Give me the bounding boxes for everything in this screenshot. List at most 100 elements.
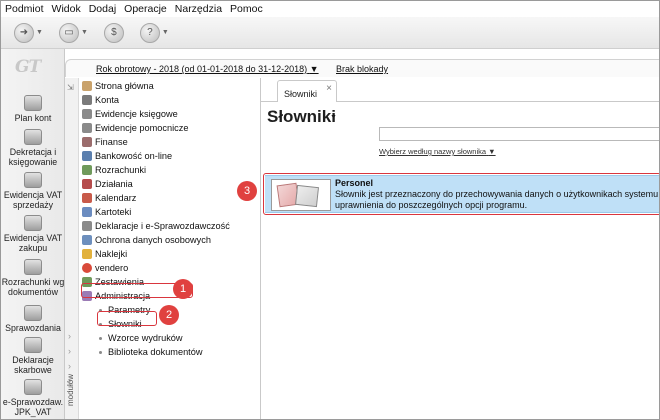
menu-podmiot[interactable]: Podmiot bbox=[5, 3, 50, 15]
shield-icon bbox=[82, 235, 92, 245]
nav-item-label: Deklaracje i e-Sprawozdawczość bbox=[95, 221, 230, 231]
module-deklaracje[interactable]: Deklaracje skarbowe bbox=[1, 337, 65, 375]
declaration-icon bbox=[82, 221, 92, 231]
coins-icon bbox=[24, 95, 42, 111]
nav-item-label: Ewidencje pomocnicze bbox=[95, 123, 189, 133]
nav-item-label: Kalendarz bbox=[95, 193, 137, 203]
chevron-down-icon[interactable]: ▼ bbox=[81, 29, 88, 36]
ledger-icon bbox=[82, 109, 92, 119]
currency-button[interactable]: $ bbox=[101, 21, 127, 45]
chevron-down-icon[interactable]: ▼ bbox=[162, 29, 169, 36]
finance-icon bbox=[82, 137, 92, 147]
pin-icon[interactable]: ⇲ bbox=[67, 83, 74, 92]
chevron-down-icon: ▼ bbox=[309, 64, 319, 74]
nav-item-strona-glowna[interactable]: Strona główna bbox=[82, 80, 154, 92]
fiscal-year-label: Rok obrotowy - 2018 (od 01-01-2018 do 31… bbox=[96, 64, 308, 74]
module-label: Plan kont bbox=[14, 113, 52, 123]
ledger-icon bbox=[82, 123, 92, 133]
app-window: Podmiot Widok Dodaj Operacje Narzędzia P… bbox=[0, 0, 660, 420]
bullet-icon bbox=[99, 336, 102, 340]
step-badge-3: 3 bbox=[237, 181, 257, 201]
nav-item-konta[interactable]: Konta bbox=[82, 94, 119, 106]
chevron-right-icon[interactable]: › bbox=[68, 346, 71, 356]
checkmark-icon bbox=[24, 259, 42, 275]
nav-item-bankowosc[interactable]: Bankowość on-line bbox=[82, 150, 172, 162]
chevron-right-icon[interactable]: › bbox=[68, 361, 71, 371]
forward-icon: ▭ bbox=[58, 22, 79, 43]
modules-sidebar: GT Plan kont Dekretacja i księgowanie Ew… bbox=[1, 49, 65, 419]
menu-widok[interactable]: Widok bbox=[52, 3, 87, 15]
module-label: Dekretacja i księgowanie bbox=[8, 147, 58, 167]
nav-item-ewidencje-pomocnicze[interactable]: Ewidencje pomocnicze bbox=[82, 122, 188, 134]
nav-item-label: Konta bbox=[95, 95, 120, 105]
report-icon bbox=[24, 305, 42, 321]
nav-item-kartoteki[interactable]: Kartoteki bbox=[82, 206, 131, 218]
nav-item-rozrachunki[interactable]: Rozrachunki bbox=[82, 164, 146, 176]
title-dropdown-icon[interactable]: ▼ bbox=[330, 114, 337, 121]
accounts-icon bbox=[82, 95, 92, 105]
fiscal-year-selector[interactable]: Rok obrotowy - 2018 (od 01-01-2018 do 31… bbox=[96, 64, 319, 74]
modules-strip[interactable]: ⇲ › › › › modułów bbox=[65, 78, 79, 419]
highlight-personel bbox=[263, 173, 659, 215]
nav-item-ewidencje-ksiegowe[interactable]: Ewidencje księgowe bbox=[82, 108, 178, 120]
lock-status-link[interactable]: Brak blokady bbox=[336, 64, 388, 74]
nav-item-label: Strona główna bbox=[95, 81, 154, 91]
step-badge-2: 2 bbox=[159, 305, 179, 325]
back-icon: ➜ bbox=[14, 22, 34, 43]
module-label: Ewidencja VAT sprzedaży bbox=[3, 190, 63, 210]
module-label: Rozrachunki wg dokumentów bbox=[1, 277, 65, 297]
nav-item-finanse[interactable]: Finanse bbox=[82, 136, 128, 148]
bullet-icon bbox=[99, 350, 102, 354]
step-badge-1: 1 bbox=[173, 279, 193, 299]
module-sprawozdania[interactable]: Sprawozdania bbox=[1, 305, 65, 333]
vendero-icon bbox=[82, 263, 92, 273]
chevron-right-icon[interactable]: › bbox=[68, 331, 71, 341]
nav-item-ochrona-danych[interactable]: Ochrona danych osobowych bbox=[82, 234, 211, 246]
module-label: Sprawozdania bbox=[5, 323, 61, 333]
nav-item-kalendarz[interactable]: Kalendarz bbox=[82, 192, 136, 204]
close-icon[interactable]: × bbox=[326, 83, 332, 94]
nav-item-vendero[interactable]: vendero bbox=[82, 262, 128, 274]
back-button[interactable]: ➜ ▼ bbox=[11, 21, 46, 45]
search-input[interactable] bbox=[379, 127, 659, 141]
nav-subitem-label: Wzorce wydruków bbox=[108, 333, 183, 343]
nav-item-naklejki[interactable]: Naklejki bbox=[82, 248, 127, 260]
nav-item-label: Naklejki bbox=[95, 249, 128, 259]
chevron-down-icon: ▼ bbox=[488, 147, 496, 156]
nav-subitem-biblioteka[interactable]: Biblioteka dokumentów bbox=[99, 346, 202, 358]
module-plan-kont[interactable]: Plan kont bbox=[1, 95, 65, 123]
chevron-down-icon[interactable]: ▼ bbox=[36, 29, 43, 36]
menu-operacje[interactable]: Operacje bbox=[124, 3, 173, 15]
nav-item-deklaracje[interactable]: Deklaracje i e-Sprawozdawczość bbox=[82, 220, 230, 232]
nav-item-dzialania[interactable]: Działania bbox=[82, 178, 133, 190]
nav-subitem-wzorce-wydrukow[interactable]: Wzorce wydruków bbox=[99, 332, 183, 344]
search-mode-selector[interactable]: Wybierz według nazwy słownika ▼ bbox=[379, 147, 496, 156]
nav-item-label: Kartoteki bbox=[95, 207, 132, 217]
forward-button[interactable]: ▭ ▼ bbox=[56, 21, 91, 45]
modules-strip-label: modułów bbox=[66, 374, 75, 407]
menu-pomoc[interactable]: Pomoc bbox=[230, 3, 269, 15]
nav-item-label: Rozrachunki bbox=[95, 165, 147, 175]
cards-icon bbox=[82, 207, 92, 217]
menu-narzedzia[interactable]: Narzędzia bbox=[175, 3, 228, 15]
module-label: e-Sprawozdaw. JPK_VAT bbox=[2, 397, 64, 417]
module-vat-zakupu[interactable]: Ewidencja VAT zakupu bbox=[1, 215, 65, 253]
module-vat-sprzedazy[interactable]: Ewidencja VAT sprzedaży bbox=[1, 172, 65, 210]
bank-icon bbox=[82, 151, 92, 161]
nav-item-label: vendero bbox=[95, 263, 129, 273]
invoice-icon bbox=[24, 215, 42, 231]
menu-dodaj[interactable]: Dodaj bbox=[89, 3, 122, 15]
module-jpk-vat[interactable]: e-Sprawozdaw. JPK_VAT bbox=[1, 379, 65, 417]
module-dekretacja[interactable]: Dekretacja i księgowanie bbox=[1, 129, 65, 167]
sticker-icon bbox=[82, 249, 92, 259]
app-logo: GT bbox=[15, 57, 41, 77]
actions-icon bbox=[82, 179, 92, 189]
tab-slowniki[interactable]: Słowniki × bbox=[277, 80, 337, 102]
help-button[interactable]: ? ▼ bbox=[137, 21, 172, 45]
navigation-panel: ⇲ › › › › modułów Strona główna Konta Ew… bbox=[65, 78, 261, 419]
nav-subitem-label: Biblioteka dokumentów bbox=[108, 347, 203, 357]
module-rozrachunki[interactable]: Rozrachunki wg dokumentów bbox=[1, 259, 65, 297]
module-label: Deklaracje skarbowe bbox=[12, 355, 54, 375]
calendar-icon bbox=[82, 193, 92, 203]
toolbar: ➜ ▼ ▭ ▼ $ ? ▼ bbox=[1, 17, 659, 49]
